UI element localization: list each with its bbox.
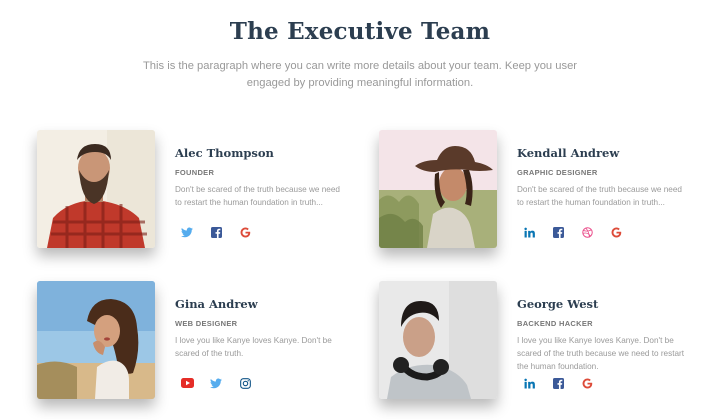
instagram-icon[interactable] xyxy=(237,375,253,391)
section-title: The Executive Team xyxy=(229,18,491,45)
avatar-photo xyxy=(379,130,497,248)
youtube-icon[interactable] xyxy=(179,375,195,391)
facebook-icon[interactable] xyxy=(550,375,566,391)
member-bio: Don't be scared of the truth because we … xyxy=(517,185,682,207)
google-icon[interactable] xyxy=(608,224,624,240)
avatar-photo xyxy=(37,281,155,399)
linkedin-icon[interactable] xyxy=(521,375,537,391)
linkedin-icon[interactable] xyxy=(521,224,537,240)
google-icon[interactable] xyxy=(237,224,253,240)
avatar-photo xyxy=(37,130,155,248)
twitter-icon[interactable] xyxy=(179,224,195,240)
team-card-gina-andrew: Gina Andrew WEB DESIGNER I love you like… xyxy=(37,281,367,406)
section-description: This is the paragraph where you can writ… xyxy=(142,60,578,89)
member-info: Alec Thompson FOUNDER Don't be scared of… xyxy=(175,146,345,209)
member-role: FOUNDER xyxy=(175,168,215,177)
twitter-icon[interactable] xyxy=(208,375,224,391)
member-bio: I love you like Kanye loves Kanye. Don't… xyxy=(175,336,332,358)
dribbble-icon[interactable] xyxy=(579,224,595,240)
member-bio: Don't be scared of the truth because we … xyxy=(175,185,340,207)
member-role: WEB DESIGNER xyxy=(175,319,238,328)
facebook-icon[interactable] xyxy=(208,224,224,240)
member-info: Gina Andrew WEB DESIGNER I love you like… xyxy=(175,297,345,360)
member-name: Gina Andrew xyxy=(175,297,258,311)
team-card-george-west: George West BACKEND HACKER I love you li… xyxy=(379,281,709,406)
avatar-photo xyxy=(379,281,497,399)
member-info: George West BACKEND HACKER I love you li… xyxy=(517,297,687,373)
member-name: Kendall Andrew xyxy=(517,146,620,160)
member-role: BACKEND HACKER xyxy=(517,319,593,328)
google-icon[interactable] xyxy=(579,375,595,391)
member-info: Kendall Andrew GRAPHIC DESIGNER Don't be… xyxy=(517,146,687,209)
team-card-alec-thompson: Alec Thompson FOUNDER Don't be scared of… xyxy=(37,130,367,255)
member-name: George West xyxy=(517,297,599,311)
member-role: GRAPHIC DESIGNER xyxy=(517,168,598,177)
member-name: Alec Thompson xyxy=(175,146,274,160)
member-bio: I love you like Kanye loves Kanye. Don't… xyxy=(517,336,685,371)
team-card-kendall-andrew: Kendall Andrew GRAPHIC DESIGNER Don't be… xyxy=(379,130,709,255)
facebook-icon[interactable] xyxy=(550,224,566,240)
